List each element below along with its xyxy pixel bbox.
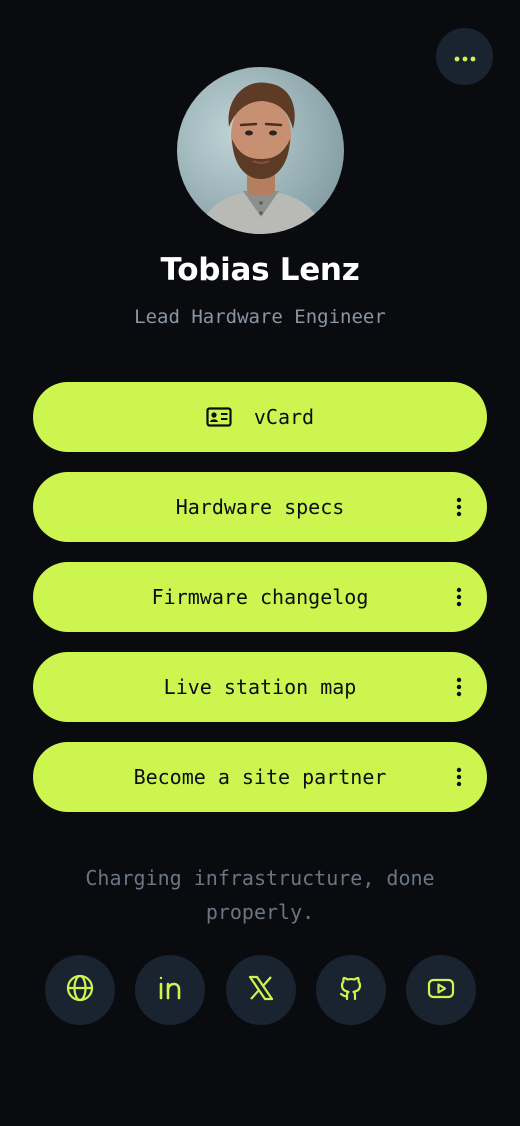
kebab-menu-icon[interactable]	[449, 672, 469, 702]
kebab-menu-icon[interactable]	[449, 762, 469, 792]
linkedin-link[interactable]	[135, 955, 205, 1025]
social-links	[45, 955, 476, 1025]
linkedin-icon	[155, 973, 185, 1007]
id-card-icon	[206, 407, 232, 427]
more-dots-icon	[454, 47, 476, 66]
more-options-button[interactable]	[436, 28, 493, 85]
youtube-icon	[426, 973, 456, 1007]
live-station-map-button[interactable]: Live station map	[33, 652, 487, 722]
vcard-label: vCard	[253, 405, 315, 429]
x-link[interactable]	[226, 955, 296, 1025]
kebab-menu-icon[interactable]	[449, 582, 469, 612]
become-site-partner-label: Become a site partner	[133, 765, 387, 789]
live-station-map-label: Live station map	[163, 675, 357, 699]
firmware-changelog-button[interactable]: Firmware changelog	[33, 562, 487, 632]
profile-name: Tobias Lenz	[160, 252, 360, 288]
website-link[interactable]	[45, 955, 115, 1025]
x-icon	[247, 974, 275, 1006]
profile-title: Lead Hardware Engineer	[134, 306, 386, 328]
hardware-specs-button[interactable]: Hardware specs	[33, 472, 487, 542]
become-site-partner-button[interactable]: Become a site partner	[33, 742, 487, 812]
vcard-button[interactable]: vCard	[33, 382, 487, 452]
avatar	[177, 67, 344, 234]
github-link[interactable]	[316, 955, 386, 1025]
youtube-link[interactable]	[406, 955, 476, 1025]
hardware-specs-label: Hardware specs	[175, 495, 345, 519]
tagline: Charging infrastructure, done properly.	[85, 866, 435, 924]
link-list: vCard Hardware specs Firmware changelog …	[33, 382, 487, 832]
kebab-menu-icon[interactable]	[449, 492, 469, 522]
globe-icon	[65, 973, 95, 1007]
github-icon	[336, 973, 366, 1007]
firmware-changelog-label: Firmware changelog	[151, 585, 369, 609]
